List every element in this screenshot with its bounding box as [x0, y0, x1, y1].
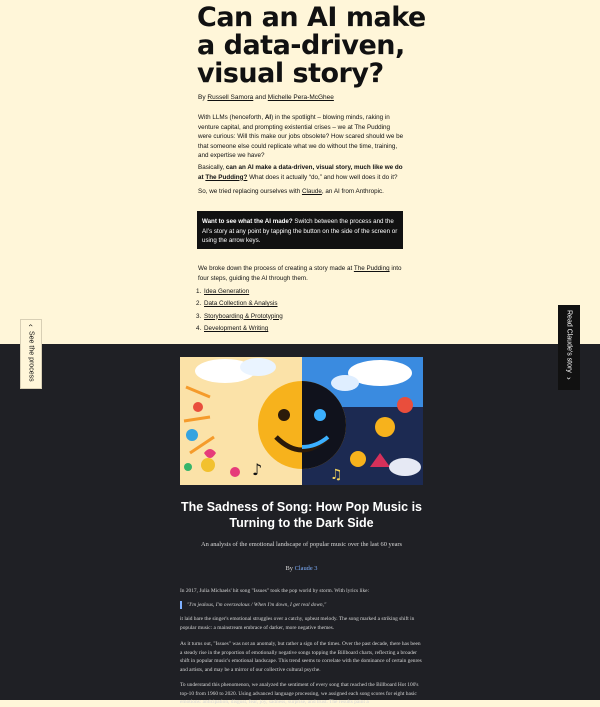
step-link-storyboard[interactable]: Storyboarding & Prototyping [204, 313, 283, 320]
page-title: Can an AI make a data-driven, visual sto… [197, 2, 426, 89]
read-story-label: Read Claude's story [565, 310, 573, 373]
chevron-right-icon: › [564, 376, 574, 380]
pudding-link-2[interactable]: The Pudding [354, 265, 390, 272]
author-link-michelle[interactable]: Michelle Pera-McGhee [268, 94, 334, 101]
see-process-tab[interactable]: ‹ See the process [20, 319, 42, 389]
svg-text:♪: ♪ [252, 460, 262, 479]
see-process-label: See the process [27, 330, 35, 382]
story-byline: By Claude 3 [285, 565, 318, 572]
story-quote: "I'm jealous, I'm overzealous / When I'm… [180, 601, 423, 609]
story-paragraph-2: it laid bare the singer's emotional stru… [180, 616, 415, 631]
step-item: Idea Generation [203, 286, 413, 298]
step-link-data[interactable]: Data Collection & Analysis [204, 300, 278, 307]
chevron-left-icon: ‹ [26, 324, 36, 327]
author-link-russell[interactable]: Russell Samora [207, 94, 253, 101]
read-claude-story-tab[interactable]: Read Claude's story › [558, 305, 580, 390]
callout-box: Want to see what the AI made? Switch bet… [197, 211, 403, 249]
step-item: Data Collection & Analysis [203, 298, 413, 310]
steps-list: Idea Generation Data Collection & Analys… [191, 286, 413, 335]
split-face-illustration: ♪ ♫ [180, 357, 423, 485]
pudding-link[interactable]: The Pudding? [205, 174, 247, 181]
intro-paragraph-4: We broke down the process of creating a … [198, 265, 402, 282]
process-section: Can an AI make a data-driven, visual sto… [0, 0, 600, 344]
step-item: Storyboarding & Prototyping [203, 311, 413, 323]
step-link-development[interactable]: Development & Writing [204, 325, 268, 332]
svg-text:♫: ♫ [330, 467, 343, 483]
intro-paragraph-2: Basically, can an AI make a data-driven,… [198, 164, 403, 181]
step-item: Development & Writing [203, 323, 413, 335]
story-paragraph-1: In 2017, Julia Michaels' hit song "Issue… [180, 588, 370, 594]
story-author: Claude 3 [294, 565, 318, 572]
step-link-idea[interactable]: Idea Generation [204, 288, 249, 295]
intro-paragraph-3: So, we tried replacing ourselves with Cl… [198, 188, 384, 195]
story-title: The Sadness of Song: How Pop Music is Tu… [181, 500, 422, 530]
claude-link[interactable]: Claude [302, 188, 322, 195]
story-paragraph-3: As it turns out, "Issues" was not an ano… [180, 641, 422, 673]
intro-paragraph-1: With LLMs (henceforth, AI) in the spotli… [198, 114, 404, 160]
byline: By Russell Samora and Michelle Pera-McGh… [198, 94, 334, 101]
story-subtitle: An analysis of the emotional landscape o… [200, 541, 403, 548]
story-paragraph-4: To understand this phenomenon, we analyz… [180, 682, 419, 706]
hero-illustration: ♪ ♫ [180, 357, 423, 485]
